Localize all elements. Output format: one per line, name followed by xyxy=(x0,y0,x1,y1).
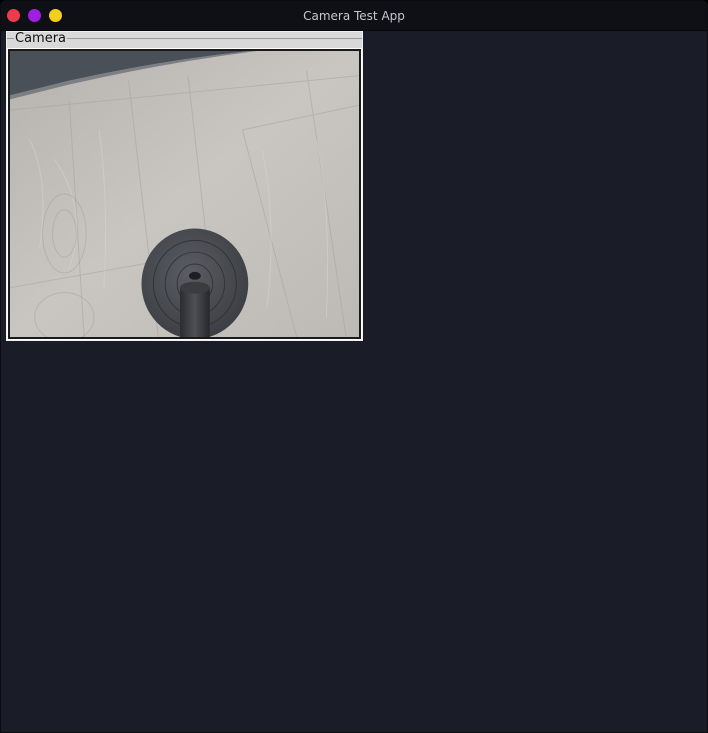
main-content: Camera xyxy=(5,31,703,728)
camera-group-box: Camera xyxy=(6,31,363,341)
camera-feed-view xyxy=(7,48,362,340)
app-window: Camera Test App Camera xyxy=(0,0,708,733)
camera-group-label: Camera xyxy=(14,31,68,46)
window-title: Camera Test App xyxy=(303,9,405,23)
title-bar[interactable]: Camera Test App xyxy=(1,1,707,31)
camera-feed-image xyxy=(10,51,359,337)
